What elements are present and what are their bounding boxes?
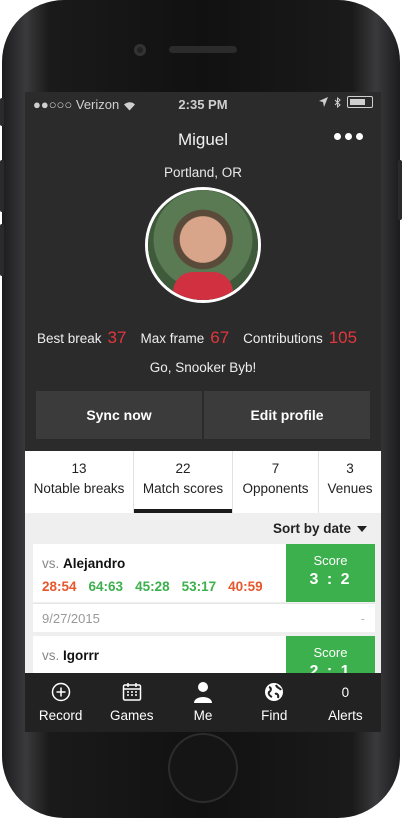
status-bar: ●●○○○ Verizon 2:35 PM xyxy=(25,92,381,116)
avatar[interactable] xyxy=(148,190,258,300)
mute-switch xyxy=(0,98,4,126)
power-button xyxy=(398,160,402,220)
vs-prefix: vs. xyxy=(42,556,60,571)
frame-score: 64:63 xyxy=(88,579,124,594)
match-date: 9/27/2015 xyxy=(42,611,100,626)
edit-profile-button[interactable]: Edit profile xyxy=(204,391,370,439)
home-button[interactable] xyxy=(170,735,236,801)
tab-count: 3 xyxy=(346,461,354,476)
frame-score: 53:17 xyxy=(181,579,217,594)
opponent-name: Igorrr xyxy=(63,648,100,663)
tab-count: 22 xyxy=(175,461,191,476)
score-value: 3 : 2 xyxy=(309,571,352,588)
globe-icon xyxy=(265,683,284,701)
profile-location: Portland, OR xyxy=(163,165,243,180)
location-arrow-icon xyxy=(319,97,328,107)
sort-dropdown[interactable]: Sort by date xyxy=(273,521,367,536)
calendar-icon xyxy=(122,683,142,701)
frame-score: 40:59 xyxy=(228,579,263,594)
sort-label: Sort by date xyxy=(272,521,351,536)
tab-label: Opponents xyxy=(242,481,309,496)
profile-tabs: 13 Notable breaks 22 Match scores 7 Oppo… xyxy=(25,451,381,513)
volume-down-button xyxy=(0,224,4,276)
volume-up-button xyxy=(0,160,4,212)
tabbar-label: Me xyxy=(193,708,213,723)
tabbar-item-games[interactable]: Games xyxy=(96,673,167,732)
tab-label: Venues xyxy=(327,481,373,496)
tab-opponents[interactable]: 7 Opponents xyxy=(233,451,319,513)
profile-actions: Sync now Edit profile xyxy=(36,391,370,439)
match-card[interactable]: vs. Alejandro 28:54 64:63 45:28 53:17 40… xyxy=(33,544,375,602)
match-date-dash: - xyxy=(360,611,365,626)
match-list: Sort by date vs. Alejandro 28:54 64:63 4… xyxy=(25,513,381,694)
max-frame-value: 67 xyxy=(210,328,230,347)
tabbar-item-me[interactable]: Me xyxy=(167,673,238,732)
vs-prefix: vs. xyxy=(42,648,60,663)
tabbar-item-find[interactable]: Find xyxy=(239,673,310,732)
best-break-label: Best break xyxy=(37,331,102,346)
profile-name: Miguel xyxy=(177,130,229,149)
caret-down-icon xyxy=(357,526,367,533)
match-score-box: Score 3 : 2 xyxy=(286,544,375,602)
battery-icon xyxy=(347,96,373,108)
tab-count: 7 xyxy=(271,461,280,476)
max-frame-label: Max frame xyxy=(140,331,205,346)
tab-venues[interactable]: 3 Venues xyxy=(319,451,381,513)
bluetooth-icon xyxy=(334,96,341,108)
more-options-icon[interactable] xyxy=(334,133,363,140)
best-break-value: 37 xyxy=(107,328,127,347)
frame-scores: 28:54 64:63 45:28 53:17 40:59 xyxy=(42,579,263,594)
app-screen: ●●○○○ Verizon 2:35 PM Miguel Portland, O… xyxy=(25,92,381,732)
tab-label: Match scores xyxy=(142,481,224,496)
person-icon xyxy=(194,682,212,703)
tab-notable-breaks[interactable]: 13 Notable breaks xyxy=(25,451,134,513)
earpiece-speaker xyxy=(169,46,237,53)
tab-label: Notable breaks xyxy=(33,481,125,496)
plus-circle-icon xyxy=(51,682,70,702)
phone-frame: ●●○○○ Verizon 2:35 PM Miguel Portland, O… xyxy=(0,0,402,818)
contributions-label: Contributions xyxy=(243,331,323,346)
match-date-row: 9/27/2015 - xyxy=(33,603,375,632)
tabbar-label: Games xyxy=(110,708,154,723)
sync-now-button[interactable]: Sync now xyxy=(36,391,202,439)
stats-row: Best break 37 Max frame 67 Contributions… xyxy=(37,328,381,348)
score-label: Score xyxy=(313,645,348,660)
alerts-count: 0 xyxy=(341,684,350,700)
frame-score: 28:54 xyxy=(42,579,77,594)
frame-score: 45:28 xyxy=(135,579,170,594)
score-label: Score xyxy=(313,553,348,568)
tabbar-label: Alerts xyxy=(328,708,363,723)
opponent-name: Alejandro xyxy=(63,556,126,571)
tabbar-label: Find xyxy=(261,708,288,723)
profile-motto: Go, Snooker Byb! xyxy=(149,360,257,375)
tabbar-label: Record xyxy=(38,708,83,723)
tab-match-scores[interactable]: 22 Match scores xyxy=(134,451,233,513)
tabbar-item-record[interactable]: Record xyxy=(25,673,96,732)
front-camera xyxy=(134,44,146,56)
tab-count: 13 xyxy=(71,461,87,476)
contributions-value: 105 xyxy=(328,328,358,347)
bottom-tab-bar: Record Games Me Find 0 Alerts xyxy=(25,673,381,732)
tabbar-item-alerts[interactable]: 0 Alerts xyxy=(310,673,381,732)
